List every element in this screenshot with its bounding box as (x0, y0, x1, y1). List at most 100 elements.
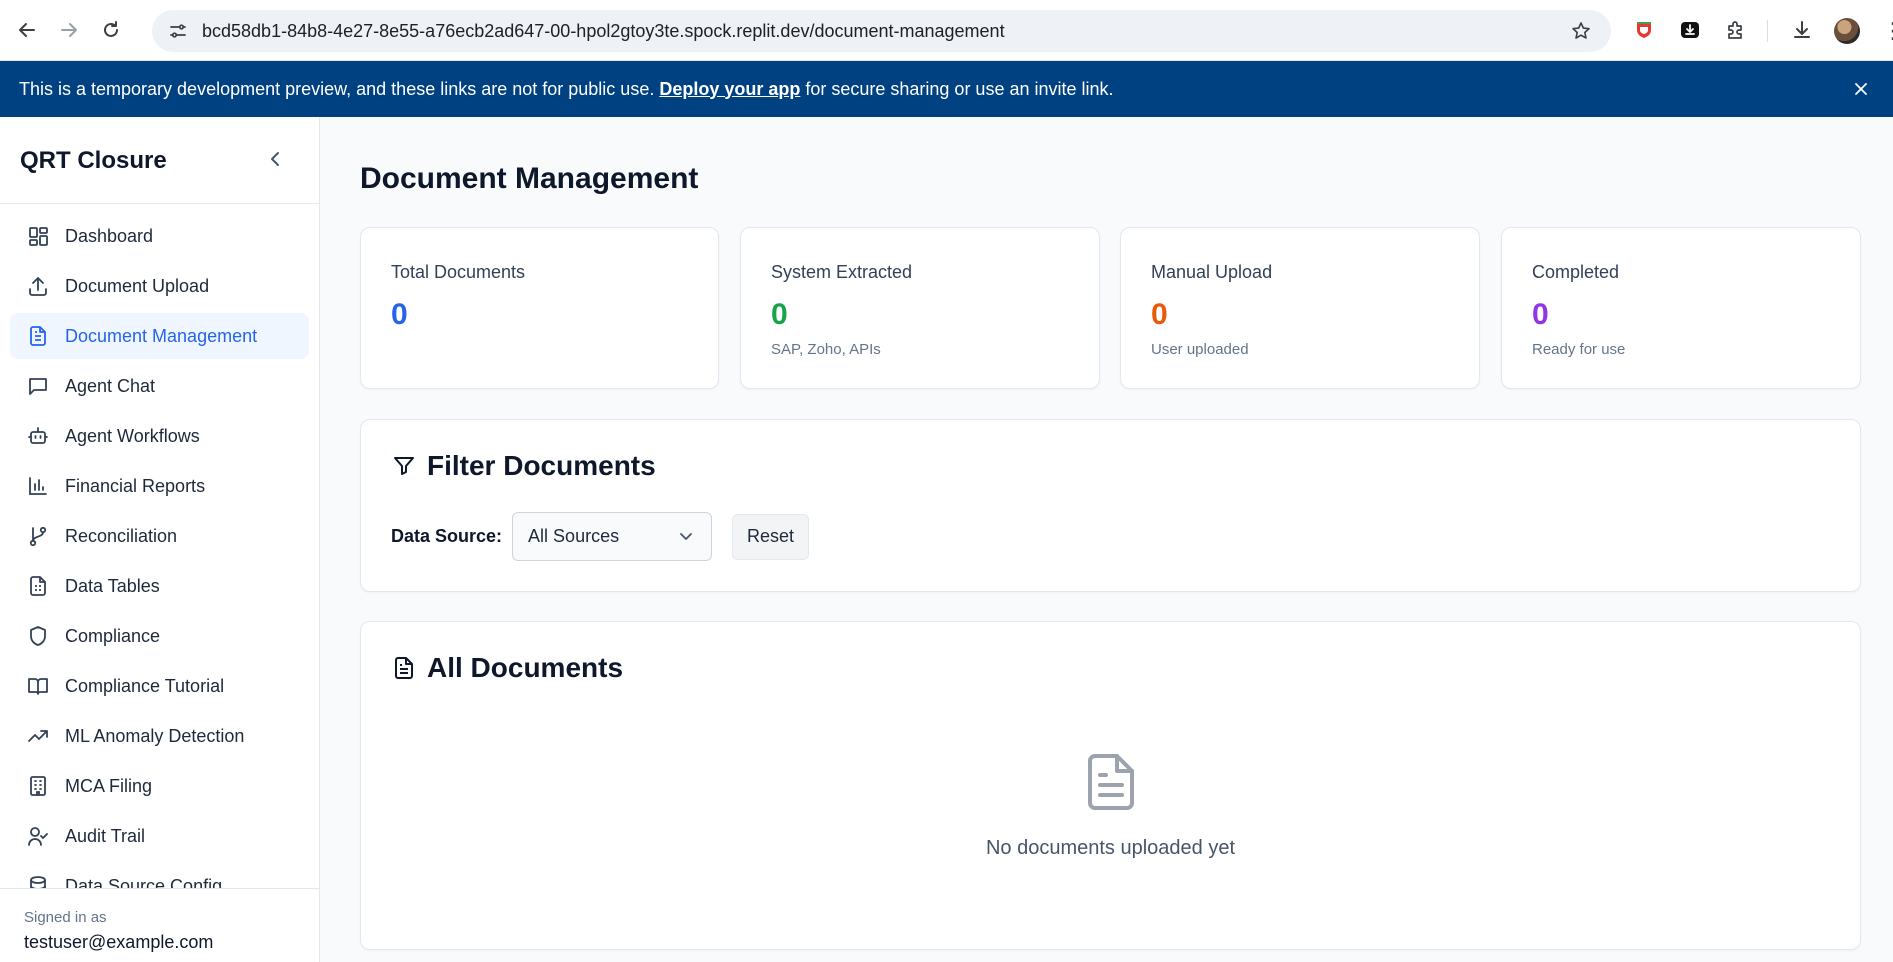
sidebar-item-label: Financial Reports (65, 475, 206, 496)
stat-card-completed: Completed 0 Ready for use (1501, 227, 1861, 389)
download-icon[interactable] (1788, 16, 1816, 44)
sidebar-item-label: Agent Workflows (65, 425, 200, 446)
data-source-label: Data Source: (391, 526, 503, 546)
sidebar-item-financial-reports[interactable]: Financial Reports (10, 463, 309, 509)
book-icon (26, 674, 50, 698)
spreadsheet-icon (26, 574, 50, 598)
empty-state-text: No documents uploaded yet (985, 837, 1236, 859)
sidebar-item-label: Reconciliation (65, 525, 178, 546)
stat-card-system-extracted: System Extracted 0 SAP, Zoho, APIs (740, 227, 1100, 389)
sidebar-item-compliance[interactable]: Compliance (10, 613, 309, 659)
upload-icon (26, 274, 50, 298)
sidebar-item-document-upload[interactable]: Document Upload (10, 263, 309, 309)
data-source-selected-value: All Sources (528, 526, 620, 546)
filter-title-text: Filter Documents (427, 450, 656, 481)
filter-section-title: Filter Documents (391, 450, 656, 482)
chat-icon (26, 374, 50, 398)
filter-icon (391, 453, 417, 479)
toolbar-separator (1767, 20, 1768, 42)
sidebar-item-label: Document Upload (65, 275, 210, 296)
git-branch-icon (26, 524, 50, 548)
url-text: bcd58db1-84b8-4e27-8e55-a76ecb2ad647-00-… (202, 20, 1005, 41)
stat-label: Completed (1532, 262, 1620, 282)
banner-text-before: This is a temporary development preview,… (19, 78, 655, 99)
sidebar-item-label: Compliance Tutorial (65, 675, 225, 696)
sidebar-item-ml-anomaly-detection[interactable]: ML Anomaly Detection (10, 713, 309, 759)
sidebar-item-data-tables[interactable]: Data Tables (10, 563, 309, 609)
sidebar-item-label: Audit Trail (65, 825, 146, 846)
sidebar-item-dashboard[interactable]: Dashboard (10, 213, 309, 259)
user-email: testuser@example.com (24, 932, 214, 952)
sidebar-item-reconciliation[interactable]: Reconciliation (10, 513, 309, 559)
stat-subtext: SAP, Zoho, APIs (771, 341, 881, 358)
sidebar-nav: Dashboard Document Upload Document Manag… (10, 213, 309, 913)
stat-label: Manual Upload (1151, 262, 1273, 282)
sidebar-user-footer: Signed in as testuser@example.com (0, 888, 319, 962)
forward-arrow-icon[interactable] (54, 15, 84, 45)
signed-in-label: Signed in as (24, 909, 107, 926)
sidebar-item-compliance-tutorial[interactable]: Compliance Tutorial (10, 663, 309, 709)
documents-title-text: All Documents (427, 652, 624, 683)
reset-button[interactable]: Reset (732, 513, 810, 560)
puzzle-extensions-icon[interactable] (1722, 16, 1750, 44)
banner-text-after: for secure sharing or use an invite link… (805, 78, 1114, 99)
sidebar-item-label: Data Tables (65, 575, 160, 596)
dashboard-icon (26, 224, 50, 248)
stat-label: Total Documents (391, 262, 526, 282)
profile-avatar[interactable] (1834, 18, 1860, 44)
sidebar-item-agent-chat[interactable]: Agent Chat (10, 363, 309, 409)
stat-card-manual-upload: Manual Upload 0 User uploaded (1120, 227, 1480, 389)
collapse-sidebar-chevron-left-icon[interactable] (264, 147, 288, 171)
back-arrow-icon[interactable] (12, 15, 42, 45)
building-icon (26, 774, 50, 798)
documents-section-title: All Documents (391, 652, 623, 684)
download-box-extension-icon[interactable] (1676, 16, 1704, 44)
reload-icon[interactable] (96, 15, 126, 45)
sidebar-item-label: Dashboard (65, 225, 154, 246)
file-text-icon (26, 324, 50, 348)
sidebar-item-label: Document Management (65, 325, 258, 346)
stat-subtext: User uploaded (1151, 341, 1249, 358)
address-bar[interactable]: bcd58db1-84b8-4e27-8e55-a76ecb2ad647-00-… (152, 10, 1611, 52)
chevron-down-icon (677, 527, 695, 545)
deploy-app-link[interactable]: Deploy your app (659, 79, 800, 100)
stat-value: 0 (391, 298, 408, 331)
all-documents-card: All Documents No documents uploaded yet (360, 621, 1861, 950)
sidebar-item-mca-filing[interactable]: MCA Filing (10, 763, 309, 809)
sidebar-header: QRT Closure (0, 117, 319, 204)
bar-chart-icon (26, 474, 50, 498)
stat-value: 0 (771, 298, 788, 331)
user-check-icon (26, 824, 50, 848)
stat-value: 0 (1151, 298, 1168, 331)
sidebar-item-label: MCA Filing (65, 775, 153, 796)
dev-preview-banner: This is a temporary development preview,… (0, 61, 1893, 117)
app-brand: QRT Closure (20, 147, 167, 174)
empty-document-icon (1085, 752, 1137, 812)
main-content: Document Management Total Documents 0 Sy… (320, 117, 1893, 962)
browser-toolbar: bcd58db1-84b8-4e27-8e55-a76ecb2ad647-00-… (0, 0, 1893, 61)
filter-documents-card: Filter Documents Data Source: All Source… (360, 419, 1861, 592)
stat-card-total-documents: Total Documents 0 (360, 227, 719, 389)
sidebar-item-agent-workflows[interactable]: Agent Workflows (10, 413, 309, 459)
shield-extension-icon[interactable] (1630, 16, 1658, 44)
stat-subtext: Ready for use (1532, 341, 1626, 358)
sidebar-item-label: Agent Chat (65, 375, 156, 396)
bookmark-star-icon[interactable] (1569, 19, 1593, 43)
stat-label: System Extracted (771, 262, 913, 282)
stat-value: 0 (1532, 298, 1549, 331)
sidebar-item-document-management[interactable]: Document Management (10, 313, 309, 359)
page-title: Document Management (360, 162, 699, 195)
sidebar-item-label: Compliance (65, 625, 161, 646)
shield-icon (26, 624, 50, 648)
close-icon[interactable] (1849, 77, 1873, 101)
sidebar-item-audit-trail[interactable]: Audit Trail (10, 813, 309, 859)
sidebar: QRT Closure Dashboard Document Upload Do… (0, 117, 320, 962)
menu-kebab-icon[interactable]: ⋮ (1882, 18, 1893, 44)
bot-icon (26, 424, 50, 448)
filter-row: Data Source: All Sources Reset (391, 512, 810, 561)
sidebar-item-label: ML Anomaly Detection (65, 725, 245, 746)
trending-up-icon (26, 724, 50, 748)
data-source-select[interactable]: All Sources (512, 512, 713, 561)
site-info-icon[interactable] (166, 19, 190, 43)
file-text-icon (391, 655, 417, 681)
